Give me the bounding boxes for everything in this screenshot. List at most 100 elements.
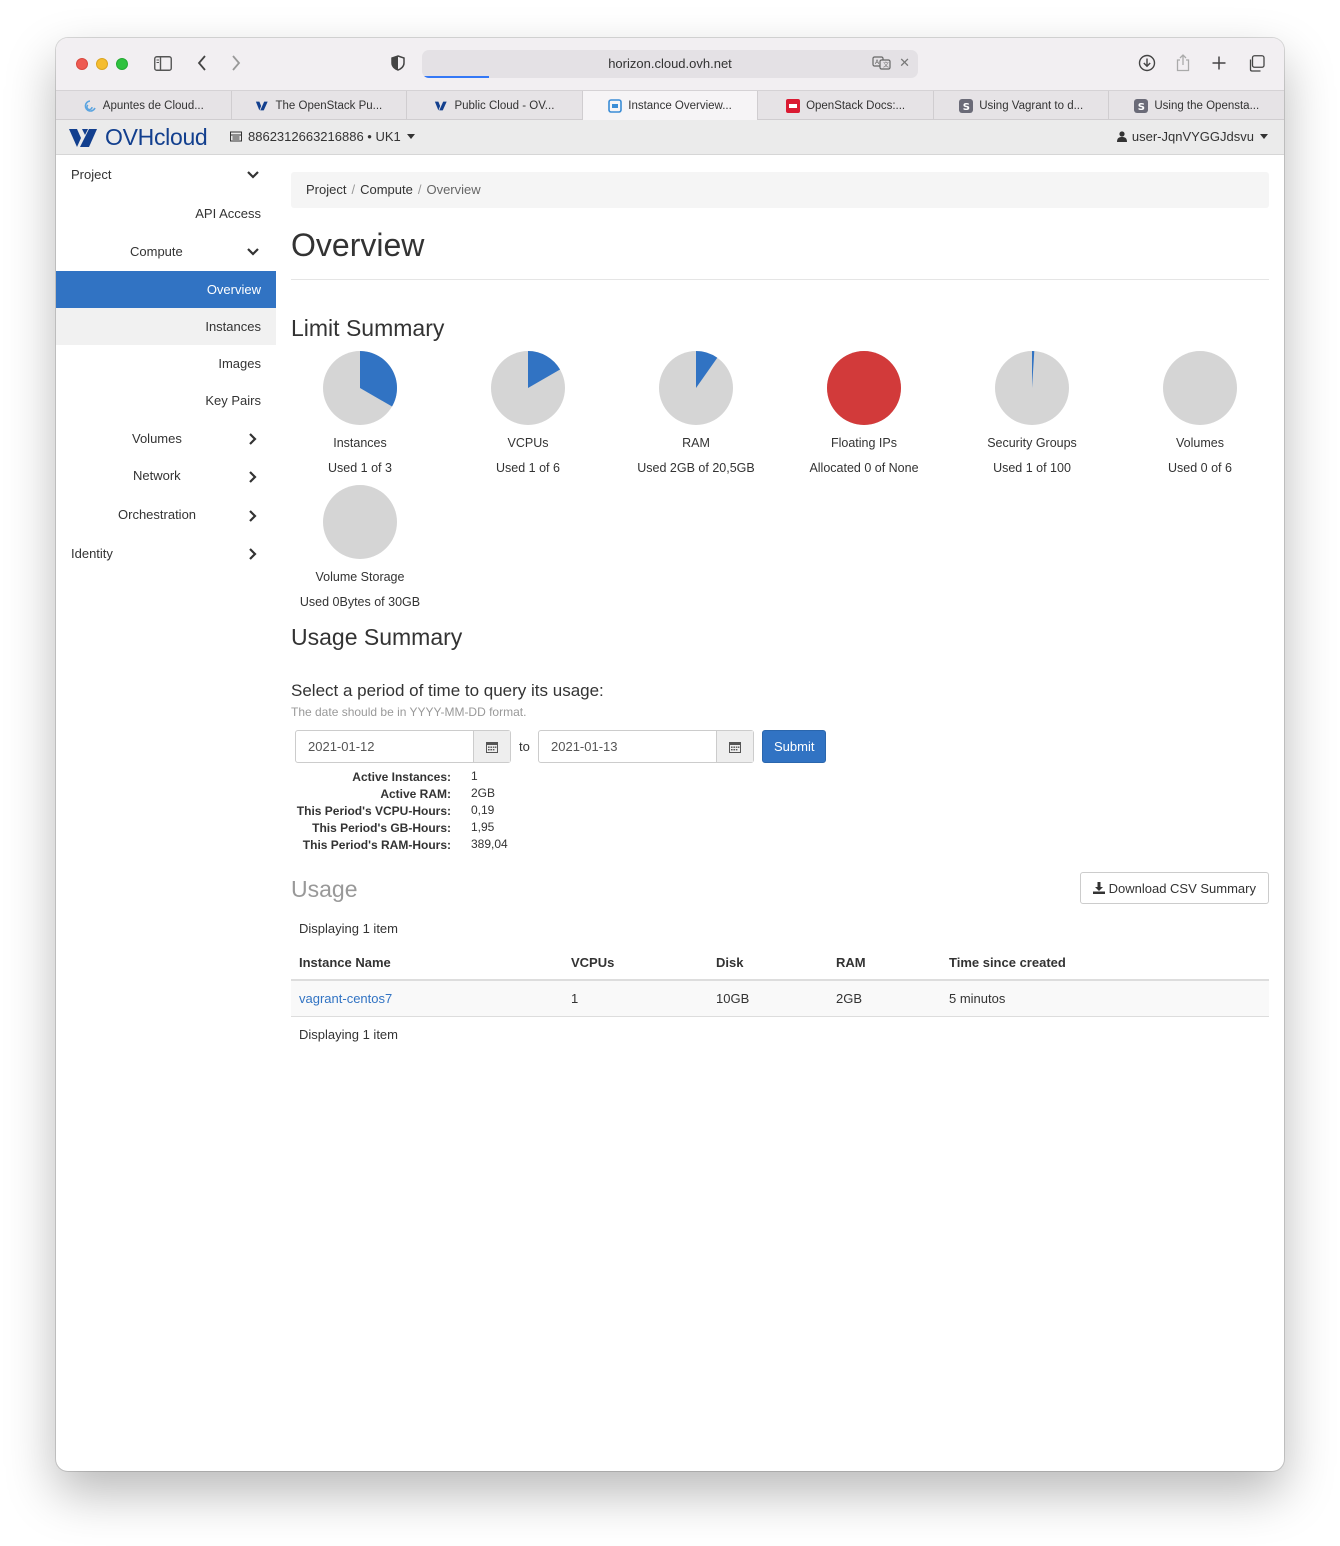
ovhcloud-logo[interactable]: OVHcloud [66, 124, 208, 151]
tab-overview-icon[interactable] [1246, 51, 1266, 75]
start-date-field[interactable]: 2021-01-12 [295, 730, 511, 763]
translate-icon[interactable]: A文 [872, 56, 892, 73]
sidebar-item-key-pairs[interactable]: Key Pairs [56, 382, 276, 419]
pie-label: Volumes [1176, 436, 1224, 450]
logo-text: OVHcloud [105, 124, 208, 150]
displaying-count-bottom: Displaying 1 item [299, 1027, 398, 1042]
browser-tab-label: Using the Opensta... [1154, 99, 1260, 112]
calendar-icon[interactable] [473, 731, 510, 762]
browser-tab[interactable]: S Using Vagrant to d... [934, 91, 1110, 120]
browser-tab[interactable]: Instance Overview... [582, 91, 759, 120]
clear-url-icon[interactable]: ✕ [899, 55, 910, 71]
breadcrumb-compute[interactable]: Compute [360, 182, 413, 197]
end-date-field[interactable]: 2021-01-13 [538, 730, 754, 763]
user-icon [1116, 131, 1127, 142]
browser-toolbar: horizon.cloud.ovh.net A文 ✕ [56, 38, 1284, 90]
stat-label: This Period's VCPU-Hours: [296, 804, 451, 818]
sidebar-item-label: Key Pairs [205, 393, 261, 408]
sidebar-item-label: Overview [206, 282, 261, 297]
pie-chart [491, 351, 565, 425]
start-date-value: 2021-01-12 [308, 739, 375, 754]
project-label: 8862312663216886 • UK1 [248, 129, 401, 144]
chevron-right-icon [249, 510, 257, 522]
s-icon: S [959, 98, 974, 113]
pie-label: Floating IPs [830, 436, 897, 450]
s-icon: S [1134, 98, 1149, 113]
pie-label: VCPUs [507, 436, 549, 450]
browser-tab[interactable]: Apuntes de Cloud... [56, 91, 232, 120]
chevron-down-icon [247, 171, 259, 179]
browser-tab[interactable]: S Using the Opensta... [1109, 91, 1284, 120]
chevron-right-icon [249, 548, 257, 560]
sidebar-toggle-icon[interactable] [152, 51, 174, 75]
pie-chart [659, 351, 733, 425]
column-header-time-since-created: Time since created [941, 946, 1269, 981]
user-label: user-JqnVYGGJdsvu [1131, 129, 1254, 144]
page-title: Overview [291, 227, 1269, 280]
browser-tab-label: Using Vagrant to d... [979, 99, 1084, 112]
stat-value: 1 [471, 769, 478, 783]
sidebar-item-api-access[interactable]: API Access [56, 194, 276, 232]
ovh-icon [255, 99, 269, 113]
browser-tab-label: Public Cloud - OV... [454, 99, 555, 112]
new-tab-icon[interactable] [1209, 51, 1229, 75]
submit-button[interactable]: Submit [762, 730, 827, 763]
query-title: Select a period of time to query its usa… [291, 681, 604, 700]
app-header: OVHcloud 8862312663216886 • UK1 user-Jqn… [56, 120, 1284, 155]
column-header-ram: RAM [828, 946, 941, 981]
breadcrumb: Project / Compute / Overview [291, 172, 1269, 208]
sidebar-item-volumes[interactable]: Volumes [56, 419, 276, 457]
browser-tab-label: The OpenStack Pu... [275, 99, 383, 112]
minimize-window-button[interactable] [96, 58, 108, 70]
close-window-button[interactable] [76, 58, 88, 70]
project-selector[interactable]: 8862312663216886 • UK1 [230, 129, 415, 144]
server-icon [230, 131, 242, 142]
sidebar-item-label: API Access [195, 206, 261, 221]
calendar-icon[interactable] [716, 731, 753, 762]
pie-label: Security Groups [987, 436, 1077, 450]
sidebar-item-project[interactable]: Project [56, 156, 276, 194]
stat-label: This Period's GB-Hours: [312, 821, 451, 835]
back-icon[interactable] [194, 51, 210, 75]
stat-label: Active Instances: [352, 770, 451, 784]
query-help-text: The date should be in YYYY-MM-DD format. [291, 705, 527, 719]
pie-usage-text: Used 2GB of 20,5GB [637, 461, 755, 475]
download-csv-button[interactable]: Download CSV Summary [1079, 872, 1269, 904]
instance-link[interactable]: vagrant-centos7 [299, 991, 392, 1006]
table-header-row: Instance Name VCPUs Disk RAM Time since … [291, 946, 1269, 981]
browser-tab-label: Apuntes de Cloud... [102, 99, 204, 112]
pie-usage-text: Used 1 of 3 [328, 461, 392, 475]
pie-chart [995, 350, 1069, 425]
pie-label: Volume Storage [315, 570, 405, 584]
sidebar-item-label: Project [71, 167, 112, 182]
downloads-icon[interactable] [1137, 51, 1157, 75]
share-icon[interactable] [1173, 51, 1193, 75]
download-icon [1092, 882, 1105, 894]
shield-icon[interactable] [389, 51, 407, 75]
breadcrumb-project[interactable]: Project [306, 182, 346, 197]
user-menu[interactable]: user-JqnVYGGJdsvu [1116, 129, 1268, 144]
address-bar[interactable]: horizon.cloud.ovh.net A文 ✕ [422, 50, 918, 78]
openstack-icon [608, 98, 623, 113]
sidebar-item-compute[interactable]: Compute [56, 232, 276, 271]
sidebar-item-overview[interactable]: Overview [56, 271, 276, 308]
pie-remaining-slice [1163, 351, 1237, 425]
browser-tab[interactable]: OpenStack Docs:... [758, 91, 934, 120]
sidebar-item-images[interactable]: Images [56, 345, 276, 382]
sidebar-item-orchestration[interactable]: Orchestration [56, 496, 276, 535]
browser-tab-label: OpenStack Docs:... [806, 99, 906, 112]
pie-label: RAM [682, 436, 710, 450]
pie-chart [323, 351, 398, 425]
browser-tab[interactable]: The OpenStack Pu... [232, 91, 408, 120]
sidebar-item-identity[interactable]: Identity [56, 535, 276, 573]
stat-value: 389,04 [471, 837, 508, 851]
sidebar-item-network[interactable]: Network [56, 457, 276, 496]
limit-summary-charts: Instances Used 1 of 3 VCPUs Used 1 of 6 RAM U… [291, 350, 1269, 620]
sidebar-item-instances[interactable]: Instances [56, 308, 276, 345]
ovh-icon [434, 99, 448, 113]
zoom-window-button[interactable] [116, 58, 128, 70]
pie-usage-text: Allocated 0 of None [809, 461, 919, 475]
browser-tab[interactable]: Public Cloud - OV... [407, 91, 583, 120]
forward-icon[interactable] [228, 51, 244, 75]
chevron-right-icon [249, 471, 257, 483]
